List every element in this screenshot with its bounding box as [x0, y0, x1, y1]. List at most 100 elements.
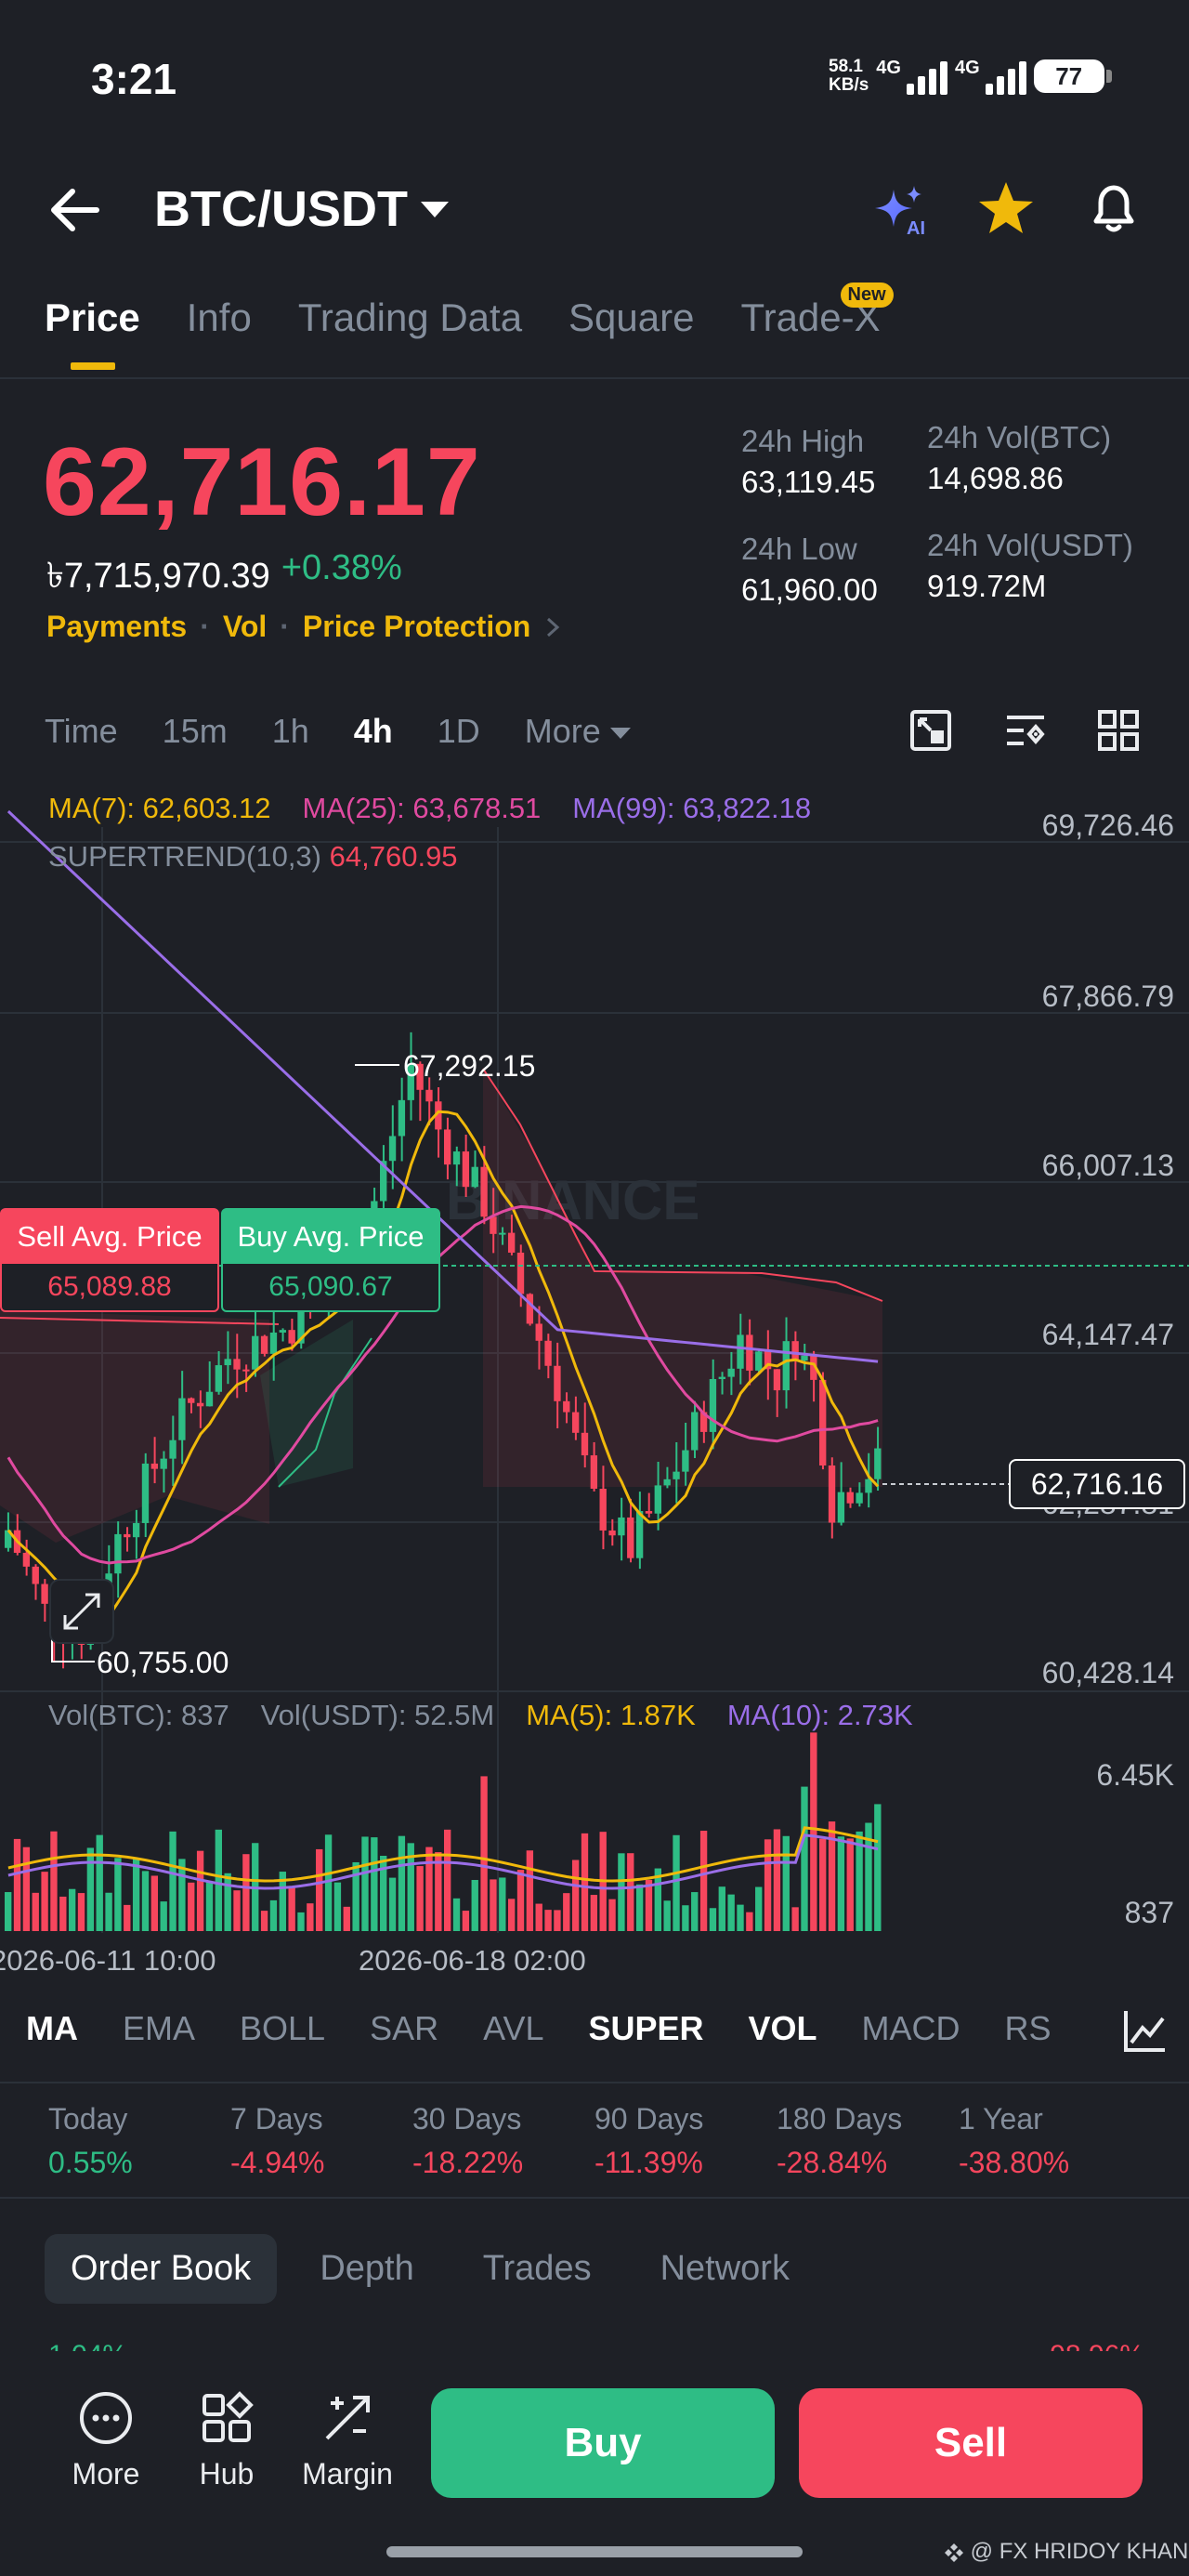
svg-text:AI: AI — [907, 218, 925, 238]
link-vol[interactable]: Vol — [223, 610, 267, 644]
perf-today: Today 0.55% — [48, 2102, 133, 2179]
bell-icon[interactable] — [1083, 177, 1144, 238]
volume-bar — [846, 1838, 854, 1931]
more-button[interactable]: More — [50, 2390, 162, 2491]
candle — [627, 1498, 634, 1563]
volume-bar — [471, 1879, 478, 1931]
ma7-value: MA(7): 62,603.12 — [48, 792, 271, 824]
volume-bar — [86, 1847, 95, 1931]
ma99-value: MA(99): 63,822.18 — [572, 792, 812, 824]
ai-sparkle-icon[interactable]: AI — [871, 182, 931, 239]
link-payments[interactable]: Payments — [46, 610, 187, 644]
ind-avl[interactable]: AVL — [483, 2009, 543, 2048]
chevron-down-icon — [609, 728, 631, 740]
volume-bar — [819, 1838, 827, 1931]
fullscreen-chart-icon[interactable] — [908, 708, 953, 757]
candle — [608, 1518, 616, 1546]
volume-bar — [554, 1910, 561, 1931]
performance-row: Today 0.55% 7 Days -4.94% 30 Days -18.22% 9… — [48, 2102, 1141, 2180]
volume-bar — [755, 1886, 763, 1931]
candle — [526, 1293, 534, 1326]
time-axis-label: 2026-06-11 10:00 — [0, 1944, 216, 1977]
volume-bar — [490, 1879, 497, 1931]
hub-button[interactable]: Hub — [171, 2390, 282, 2491]
volume-bars — [5, 1732, 882, 1931]
star-icon[interactable] — [975, 178, 1037, 240]
candle — [41, 1579, 48, 1623]
link-price-protection[interactable]: Price Protection — [303, 610, 530, 644]
volume-bar — [590, 1895, 598, 1931]
volume-bar — [215, 1829, 222, 1931]
tab-network[interactable]: Network — [634, 2234, 816, 2304]
pair-selector[interactable]: BTC/USDT — [154, 180, 449, 238]
volume-bar — [791, 1907, 799, 1931]
volume-bar — [810, 1732, 817, 1931]
tab-info[interactable]: Info — [187, 296, 252, 340]
candle — [22, 1539, 31, 1576]
ind-ema[interactable]: EMA — [123, 2009, 195, 2048]
margin-button[interactable]: Margin — [292, 2390, 403, 2491]
back-arrow-icon[interactable] — [45, 182, 110, 238]
perf-1y: 1 Year -38.80% — [959, 2102, 1070, 2179]
volume-bar — [718, 1886, 725, 1931]
volume-bar — [682, 1905, 689, 1931]
volume-axis-label: 837 — [1124, 1896, 1174, 1929]
tf-1h[interactable]: 1h — [272, 712, 309, 751]
ind-vol[interactable]: VOL — [749, 2009, 817, 2048]
chart-settings-icon[interactable] — [1003, 708, 1048, 757]
volume-bar — [618, 1853, 625, 1931]
tab-depth[interactable]: Depth — [294, 2234, 439, 2304]
volume-bar — [764, 1839, 772, 1931]
ind-rsi[interactable]: RS — [1005, 2009, 1052, 2048]
ind-ma[interactable]: MA — [26, 2009, 78, 2048]
sell-button[interactable]: Sell — [799, 2388, 1143, 2498]
tf-more[interactable]: More — [525, 712, 631, 751]
stat-24h-low: 24h Low 61,960.00 — [741, 532, 878, 607]
tf-1d[interactable]: 1D — [438, 712, 480, 751]
buy-button[interactable]: Buy — [431, 2388, 775, 2498]
volume-bar — [260, 1911, 268, 1931]
tab-trade-x[interactable]: Trade-X New — [740, 283, 894, 340]
ind-sar[interactable]: SAR — [370, 2009, 438, 2048]
indicator-settings-icon[interactable] — [1120, 2007, 1169, 2060]
volume-bar — [480, 1776, 488, 1931]
signal-icon: 4G — [955, 58, 1026, 95]
volume-bar — [801, 1786, 808, 1931]
candle — [635, 1492, 644, 1570]
candle — [132, 1509, 140, 1559]
status-time: 3:21 — [91, 55, 177, 103]
volume-bar — [269, 1899, 278, 1931]
grid-layout-icon[interactable] — [1096, 708, 1141, 757]
tf-time[interactable]: Time — [45, 712, 118, 751]
tab-square[interactable]: Square — [568, 296, 694, 340]
volume-bar — [388, 1877, 397, 1931]
tab-price[interactable]: Price — [45, 296, 140, 370]
perf-7d: 7 Days -4.94% — [230, 2102, 325, 2179]
candle — [124, 1527, 131, 1552]
tf-4h[interactable]: 4h — [354, 712, 393, 751]
volume-bar — [526, 1850, 534, 1931]
tab-trading-data[interactable]: Trading Data — [298, 296, 522, 340]
volume-bar — [709, 1908, 717, 1931]
volume-bar — [746, 1912, 753, 1931]
volume-legend: Vol(BTC): 837 Vol(USDT): 52.5M MA(5): 1.… — [48, 1699, 913, 1731]
ind-macd[interactable]: MACD — [862, 2009, 960, 2048]
candlestick-chart[interactable]: BINANCE 67,292.15 60,755.00 — [0, 781, 1189, 1970]
current-price-tag: 62,716.16 — [1009, 1459, 1185, 1509]
tab-order-book[interactable]: Order Book — [45, 2234, 278, 2304]
volume-bar — [288, 1887, 295, 1931]
ind-boll[interactable]: BOLL — [240, 2009, 325, 2048]
tab-trades[interactable]: Trades — [457, 2234, 618, 2304]
pair-name: BTC/USDT — [154, 181, 408, 237]
home-indicator[interactable] — [386, 2546, 803, 2557]
expand-icon[interactable] — [49, 1579, 114, 1644]
volume-bar — [22, 1847, 31, 1931]
volume-bar — [105, 1892, 112, 1931]
volume-bar — [224, 1873, 231, 1931]
tf-15m[interactable]: 15m — [163, 712, 228, 751]
volume-bar — [124, 1904, 131, 1931]
volume-bar — [68, 1888, 76, 1931]
ind-super[interactable]: SUPER — [588, 2009, 703, 2048]
quick-links: Payments · Vol · Price Protection — [46, 610, 562, 644]
sell-avg-price-box: Sell Avg. Price 65,089.88 — [0, 1208, 219, 1312]
